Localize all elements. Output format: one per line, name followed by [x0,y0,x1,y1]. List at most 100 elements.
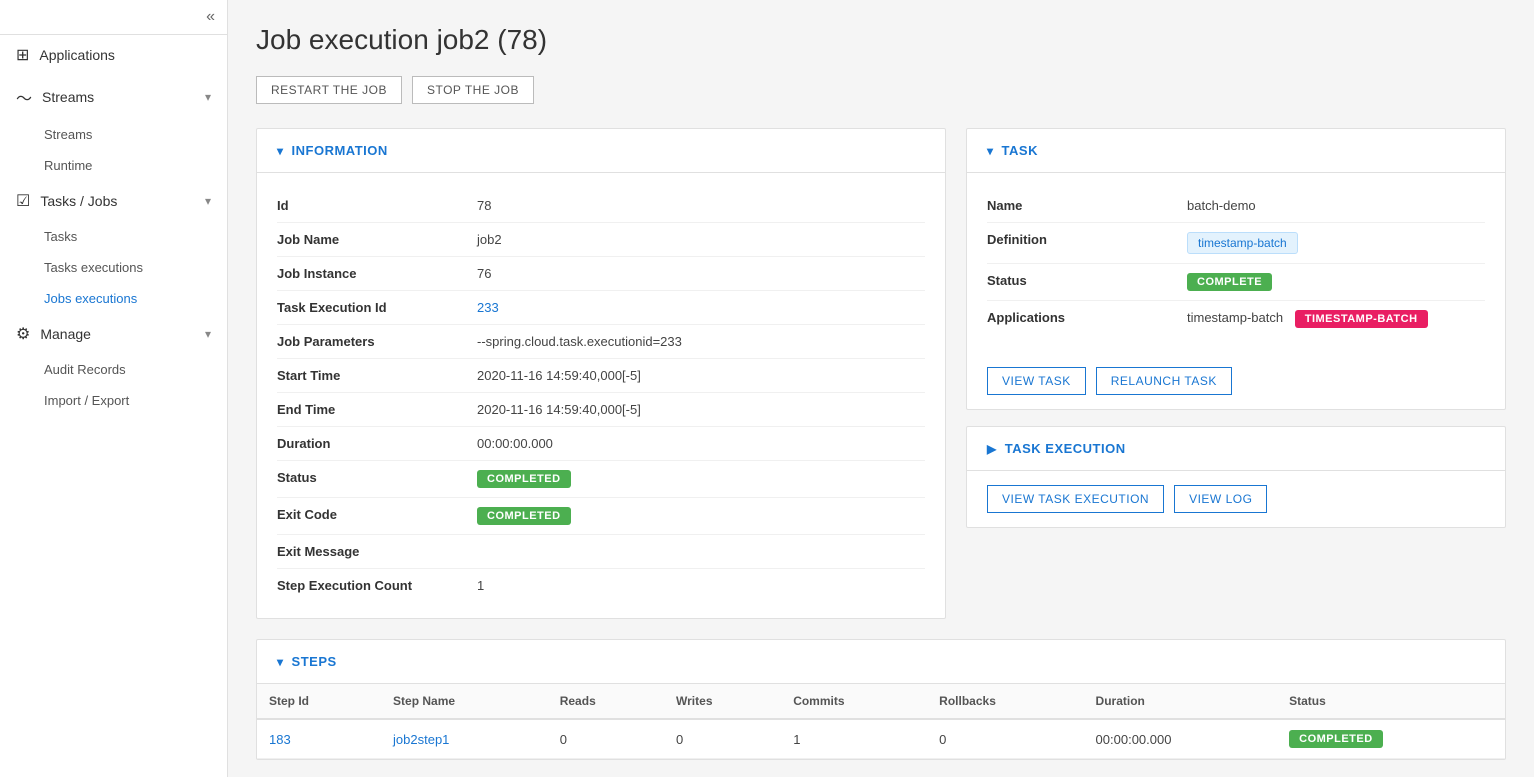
chevron-right-icon: ▶ [987,442,997,456]
side-cards: ▾ TASK Name batch-demo Definition timest… [966,128,1506,619]
sidebar-collapse-icon[interactable]: « [206,8,215,26]
stop-job-button[interactable]: STOP THE JOB [412,76,534,104]
task-card-body: Name batch-demo Definition timestamp-bat… [967,173,1505,353]
cell-step-name[interactable]: job2step1 [381,719,548,759]
col-commits: Commits [781,684,927,719]
chevron-down-icon: ▾ [205,327,211,341]
cell-duration: 00:00:00.000 [1084,719,1278,759]
info-row-duration: Duration 00:00:00.000 [277,427,925,461]
cell-writes: 0 [664,719,781,759]
relaunch-task-button[interactable]: RELAUNCH TASK [1096,367,1232,395]
info-label-job-instance: Job Instance [277,266,477,281]
sidebar-item-label: Tasks / Jobs [40,193,117,209]
task-row-applications: Applications timestamp-batch TIMESTAMP-B… [987,301,1485,337]
task-execution-card: ▶ TASK EXECUTION VIEW TASK EXECUTION VIE… [966,426,1506,528]
col-rollbacks: Rollbacks [927,684,1083,719]
info-row-exit-message: Exit Message [277,535,925,569]
info-value-exit-code: COMPLETED [477,507,571,525]
task-execution-buttons: VIEW TASK EXECUTION VIEW LOG [967,471,1505,527]
information-card: ▾ INFORMATION Id 78 Job Name job2 Job In… [256,128,946,619]
manage-icon: ⚙ [16,324,30,344]
sidebar-item-streams[interactable]: 〜 Streams ▾ [0,75,227,119]
status-badge: COMPLETED [477,470,571,488]
info-value-job-parameters: --spring.cloud.task.executionid=233 [477,334,682,349]
task-value-name: batch-demo [1187,198,1256,213]
steps-table-head: Step Id Step Name Reads Writes Commits R… [257,684,1505,719]
task-label-status: Status [987,273,1187,288]
sidebar-item-tasks[interactable]: Tasks [44,221,227,252]
info-row-job-instance: Job Instance 76 [277,257,925,291]
sidebar-tasks-submenu: Tasks Tasks executions Jobs executions [0,221,227,314]
task-card: ▾ TASK Name batch-demo Definition timest… [966,128,1506,410]
chevron-down-icon: ▾ [277,144,284,158]
chevron-down-icon: ▾ [987,144,994,158]
info-label-job-parameters: Job Parameters [277,334,477,349]
task-label-definition: Definition [987,232,1187,247]
exit-code-badge: COMPLETED [477,507,571,525]
sidebar-item-runtime[interactable]: Runtime [44,150,227,181]
view-log-button[interactable]: VIEW LOG [1174,485,1267,513]
cell-reads: 0 [548,719,664,759]
applications-text: timestamp-batch [1187,310,1283,325]
sidebar-item-streams-list[interactable]: Streams [44,119,227,150]
info-label-job-name: Job Name [277,232,477,247]
info-value-id: 78 [477,198,491,213]
sidebar-item-audit-records[interactable]: Audit Records [44,354,227,385]
sidebar-item-tasks-jobs[interactable]: ☑ Tasks / Jobs ▾ [0,181,227,221]
information-card-header: ▾ INFORMATION [257,129,945,173]
col-step-id: Step Id [257,684,381,719]
info-value-job-instance: 76 [477,266,491,281]
sidebar-item-import-export[interactable]: Import / Export [44,385,227,416]
task-execution-id-link[interactable]: 233 [477,300,499,315]
steps-section-label: STEPS [292,654,337,669]
info-row-status: Status COMPLETED [277,461,925,498]
information-card-body: Id 78 Job Name job2 Job Instance 76 Task… [257,173,945,618]
sidebar-item-applications[interactable]: ⊞ Applications [0,35,227,75]
info-value-task-execution-id: 233 [477,300,499,315]
steps-card-header: ▾ STEPS [257,640,1505,684]
task-status-badge: COMPLETE [1187,273,1272,291]
cell-status: COMPLETED [1277,719,1505,759]
information-section-label: INFORMATION [292,143,388,158]
info-row-exit-code: Exit Code COMPLETED [277,498,925,535]
tasks-icon: ☑ [16,191,30,211]
info-label-status: Status [277,470,477,485]
cell-step-id[interactable]: 183 [257,719,381,759]
chevron-down-icon: ▾ [205,194,211,208]
info-row-id: Id 78 [277,189,925,223]
task-value-definition: timestamp-batch [1187,232,1298,254]
info-row-task-execution-id: Task Execution Id 233 [277,291,925,325]
restart-job-button[interactable]: RESTART THE JOB [256,76,402,104]
cell-rollbacks: 0 [927,719,1083,759]
view-task-execution-button[interactable]: VIEW TASK EXECUTION [987,485,1164,513]
applications-badge: TIMESTAMP-BATCH [1295,310,1428,328]
streams-icon: 〜 [16,85,32,109]
info-label-step-count: Step Execution Count [277,578,477,593]
info-value-job-name: job2 [477,232,502,247]
definition-badge: timestamp-batch [1187,232,1298,254]
info-value-duration: 00:00:00.000 [477,436,553,451]
task-row-status: Status COMPLETE [987,264,1485,301]
info-row-job-name: Job Name job2 [277,223,925,257]
steps-card: ▾ STEPS Step Id Step Name Reads Writes C… [256,639,1506,760]
task-card-header: ▾ TASK [967,129,1505,173]
task-row-definition: Definition timestamp-batch [987,223,1485,264]
sidebar-manage-submenu: Audit Records Import / Export [0,354,227,416]
task-label-name: Name [987,198,1187,213]
sidebar-item-jobs-executions[interactable]: Jobs executions [44,283,227,314]
task-section-label: TASK [1002,143,1038,158]
info-row-start-time: Start Time 2020-11-16 14:59:40,000[-5] [277,359,925,393]
col-duration: Duration [1084,684,1278,719]
view-task-button[interactable]: VIEW TASK [987,367,1086,395]
info-value-step-count: 1 [477,578,484,593]
info-label-start-time: Start Time [277,368,477,383]
sidebar-header: « [0,0,227,35]
sidebar-item-tasks-executions[interactable]: Tasks executions [44,252,227,283]
steps-table-container: Step Id Step Name Reads Writes Commits R… [257,684,1505,759]
sidebar: « ⊞ Applications 〜 Streams ▾ Streams Run… [0,0,228,777]
sidebar-item-label: Applications [39,47,115,63]
sidebar-item-manage[interactable]: ⚙ Manage ▾ [0,314,227,354]
task-buttons: VIEW TASK RELAUNCH TASK [967,353,1505,409]
sidebar-item-label: Manage [40,326,91,342]
table-row: 183 job2step1 0 0 1 0 00:00:00.000 COMPL… [257,719,1505,759]
